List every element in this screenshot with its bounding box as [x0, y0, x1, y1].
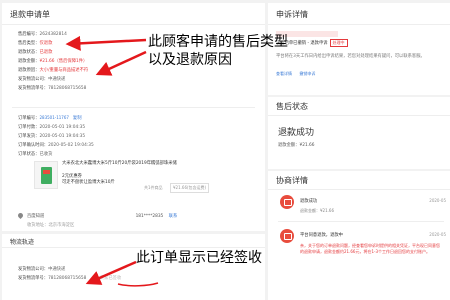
order-paid-row: 订单付款：2020-05-01 19:04:35 — [18, 125, 86, 130]
logistics-panel: 物流轨迹 发货物流公司：中通快递 发货物流单号：78128068715658 买… — [2, 234, 265, 300]
order-number-row: 订单编号：283501-11767 复制 — [18, 115, 82, 121]
appeal-links: 查看详情 撤销申诉 — [276, 71, 315, 77]
shipping-company-row: 发货物流公司：中通快递 — [18, 77, 66, 82]
negotiation-item-title: 平台同意退款，退款中 — [300, 233, 343, 238]
buyer-address: 百度知道 181****2835 联系 — [16, 211, 178, 220]
refund-reason-row: 退款原因：大小/重量与商品描述不符 — [18, 68, 89, 73]
logistics-company-row: 发货物流公司：中通快递 — [18, 267, 66, 272]
negotiation-item-date: 2020-05 — [429, 232, 446, 237]
status-title: 售后状态 — [276, 102, 308, 111]
contact-link[interactable]: 联系 — [169, 214, 178, 219]
negotiation-item-title: 退款成功 — [300, 199, 318, 204]
product-note: 可走不盘状让盈博大米10斤 — [62, 180, 115, 185]
negotiation-title: 协商详情 — [276, 176, 308, 185]
copy-link[interactable]: 复制 — [73, 116, 82, 121]
rice-bag-icon — [41, 167, 52, 184]
order-state-row: 订单状态：已收货 — [18, 152, 53, 157]
appeal-detail-panel: 申诉详情 该售后单已撤销 - 退款申诉 处理中 平台将在3天工作日内给出申诉结果，… — [268, 3, 450, 95]
negotiation-item-text: 亲，关于您的订单退款问题，经查看您申诉时提供的相关凭证，平台现已同意您的退款申请… — [300, 243, 440, 254]
divider — [268, 24, 450, 25]
refund-amount-line: 退款金额：¥21.66 — [278, 143, 315, 148]
divider — [268, 189, 450, 190]
annotation-after-sale-type: 此顾客申请的售后类型 以及退款原因 — [148, 34, 288, 68]
product-quantity: 共1件商品 — [144, 185, 163, 190]
after-sale-type-row: 售后类型：仅退款 — [18, 41, 53, 46]
divider — [268, 115, 450, 116]
negotiation-item-date: 2020-05 — [429, 198, 446, 203]
cancel-appeal-link[interactable]: 撤销申诉 — [299, 71, 315, 76]
product-card[interactable]: 大米农北大米蠢博大米5斤10斤20斤袋2019年糯弧部珠米储 2元优惠券 可走不… — [34, 161, 214, 195]
logistics-title: 物流轨迹 — [10, 239, 35, 246]
negotiation-item-text: 退款金额：¥21.66 — [300, 208, 334, 213]
logistics-tracking-row: 发货物流单号：78128068715658 买家已签收 — [18, 276, 122, 281]
product-title[interactable]: 大米农北大米蠢博大米5斤10斤20斤袋2019年糯弧部珠米储 — [62, 161, 192, 167]
panel-title: 退款申请单 — [10, 10, 50, 19]
product-price: ¥21.66(包含运费) — [170, 183, 210, 193]
divider — [2, 247, 265, 248]
product-thumbnail[interactable] — [34, 161, 58, 189]
divider — [12, 107, 255, 108]
refund-amount-row: 退款金额：¥21.66（售后保障1件） — [18, 59, 88, 64]
negotiation-panel: 协商详情 退款成功 2020-05 退款金额：¥21.66 平台同意退款，退款中… — [268, 171, 450, 300]
processing-badge: 处理中 — [329, 39, 348, 47]
refund-status-row: 退款状态：已退款 — [18, 50, 53, 55]
location-pin-icon — [16, 211, 25, 220]
after-sale-status-panel: 售后状态 退款成功 退款金额：¥21.66 — [268, 97, 450, 169]
appeal-title: 申诉详情 — [276, 10, 308, 19]
appeal-description: 平台将在3天工作日内给出申诉结果，若您对处理结果有疑问，可以联系客服。 — [276, 54, 425, 59]
view-detail-link[interactable]: 查看详情 — [276, 71, 292, 76]
refund-icon — [280, 229, 294, 243]
divider — [278, 221, 444, 222]
buyer-phone: 181****2835 — [135, 214, 164, 219]
after-sale-number-row: 售后编号：2624382814 — [18, 32, 67, 37]
annotation-signed: 此订单显示已经签收 — [136, 250, 262, 266]
order-ship-row: 订单发货：2020-05-01 19:04:35 — [18, 134, 86, 139]
refund-icon — [280, 195, 294, 209]
tracking-number-row: 发货物流单号：78128068715658 — [18, 86, 87, 91]
signed-status: 买家已签收 — [99, 276, 122, 281]
order-confirm-row: 订单确认时间：2020-05-02 19:04:35 — [18, 143, 94, 148]
divider — [2, 24, 265, 25]
order-number-link[interactable]: 283501-11767 — [39, 115, 68, 120]
buyer-name: 百度知道 — [27, 214, 45, 219]
address-detail: 收货地址：北京市海淀区 — [27, 223, 75, 228]
refund-success-label: 退款成功 — [278, 128, 315, 138]
